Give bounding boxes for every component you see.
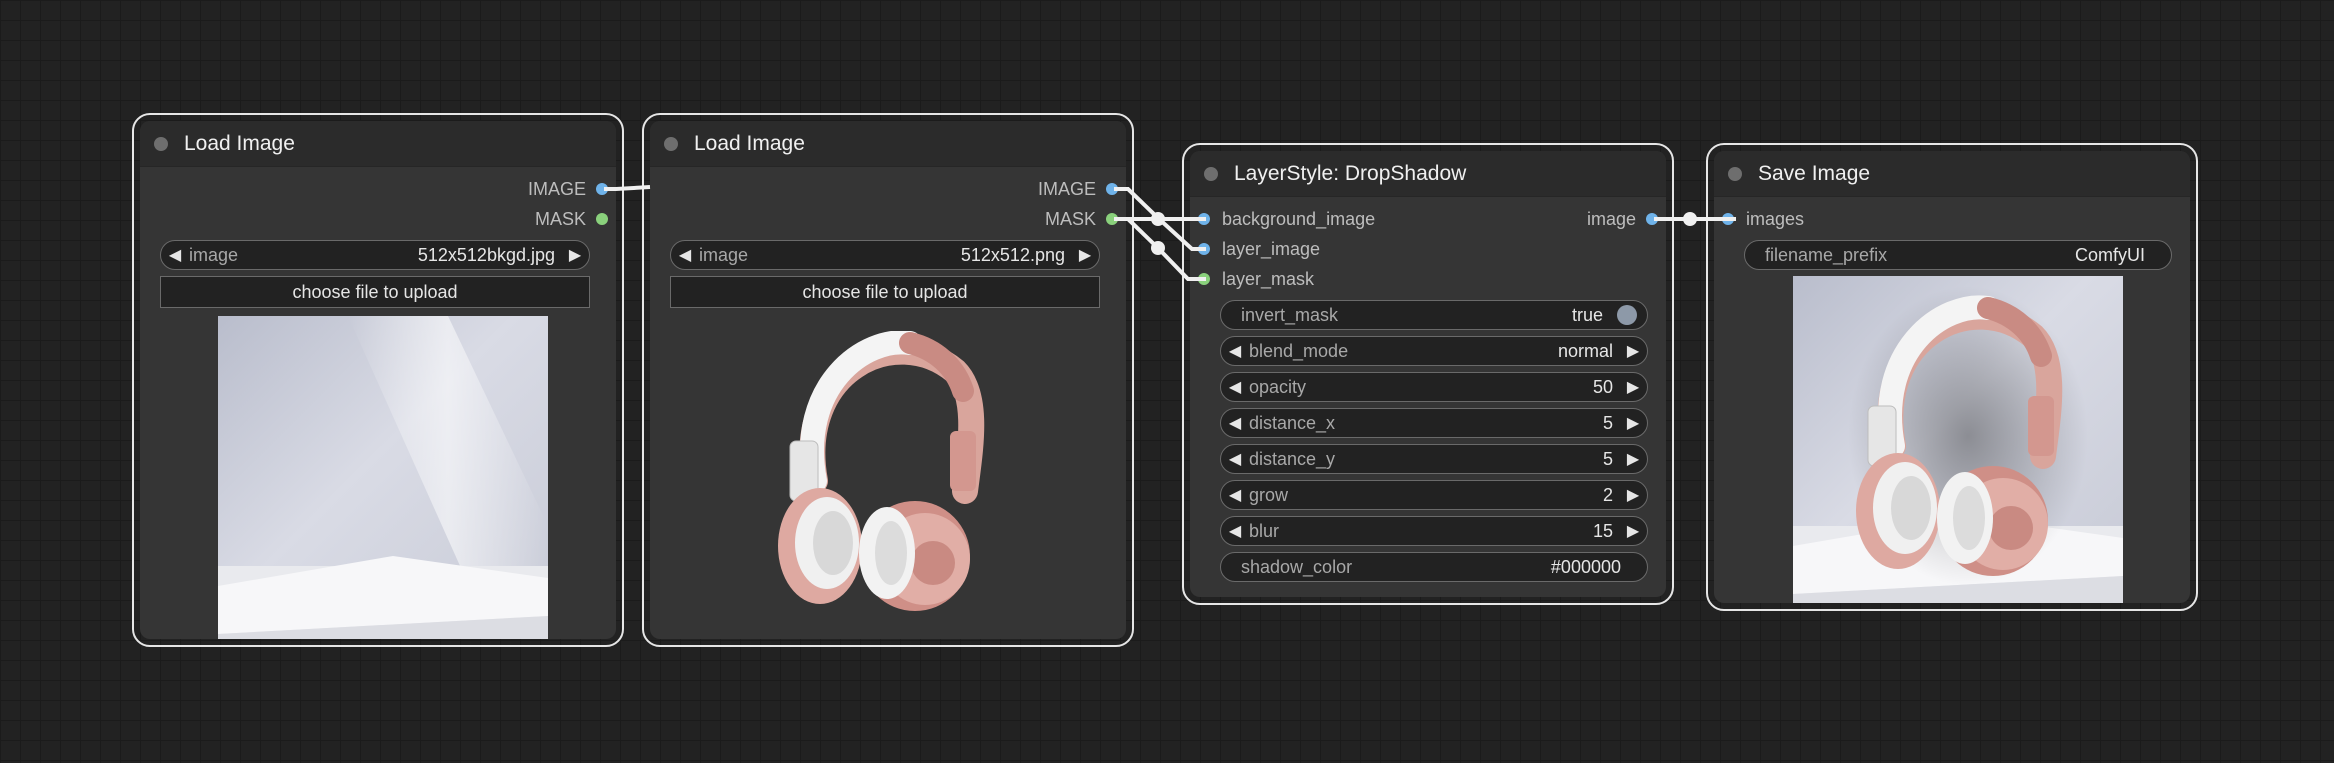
link-midpoint-handle[interactable]	[1151, 241, 1165, 255]
link-midpoint-handle[interactable]	[1151, 212, 1165, 226]
link-load1-image-to-background[interactable]	[604, 185, 651, 191]
node-links	[604, 185, 1736, 281]
link-midpoint-handle[interactable]	[1683, 212, 1697, 226]
